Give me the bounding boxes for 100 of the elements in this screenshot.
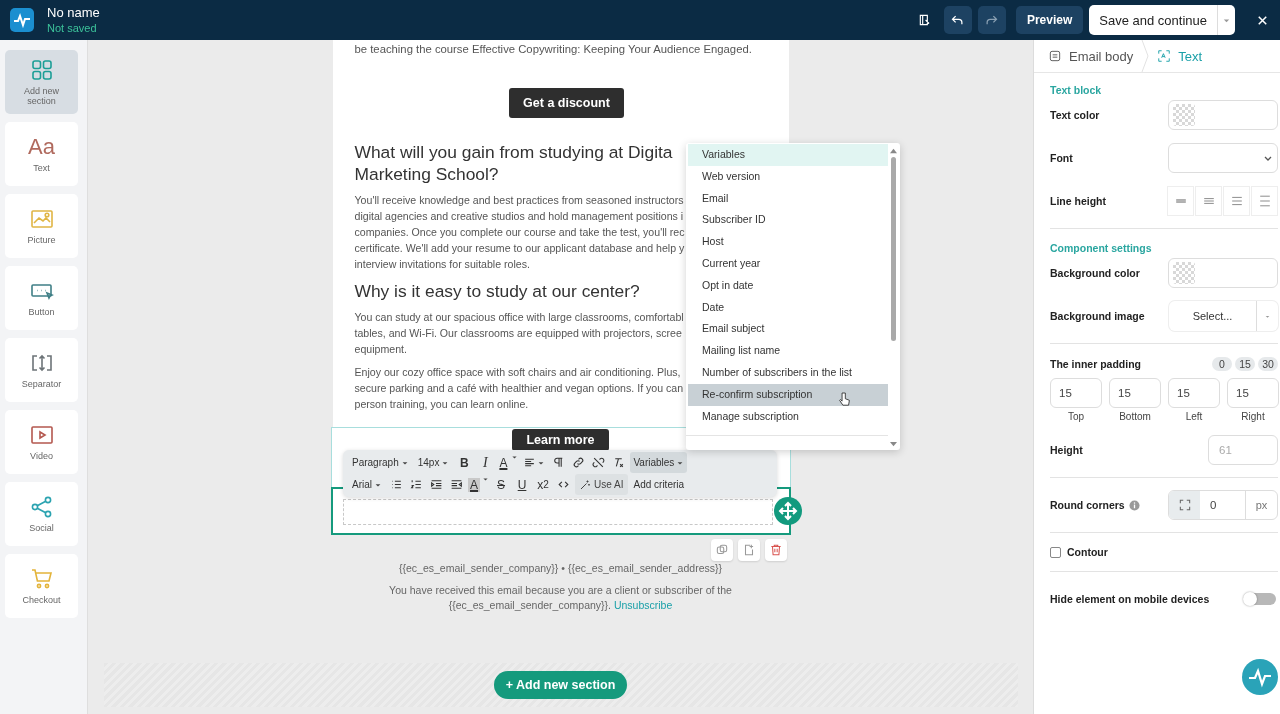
add-criteria-button[interactable]: Add criteria [630,479,688,490]
text-color-button[interactable]: A [497,452,519,473]
sidebar-item[interactable]: Separator [5,338,78,402]
menu-item[interactable]: Mailing list name [688,340,888,362]
discount-button[interactable]: Get a discount [509,88,624,118]
menu-item[interactable]: Re-confirm subscription [688,383,888,406]
text-frame-icon [1157,49,1172,63]
footer-address: {{ec_es_email_sender_company}} • {{ec_es_email_sender_address}} [399,562,722,574]
toolbar-dropdown[interactable]: Paragraph [349,452,412,473]
text-input-area[interactable] [342,499,773,525]
bold-button[interactable]: B [455,452,474,473]
padding-preset-button[interactable]: 15 [1235,357,1255,371]
sidebar-item[interactable]: Social [5,482,78,546]
paragraph-line: You can study at our spacious office with large classrooms, comfortabl [354,310,684,325]
padding-field[interactable]: 15 [1168,378,1220,408]
code-icon [557,478,571,491]
menu-item[interactable]: Manage subscription [688,405,888,428]
redo-button[interactable] [977,6,1006,34]
caret-icon [482,476,490,484]
paragraph-line: interview invitations for suitable roles. [354,257,530,272]
learn-more-button[interactable]: Learn more [512,429,609,451]
footer-notice: You have received this email because you are a client or subscriber of the {{ec_es_email_sender_company}}. Unsubscribe [388,583,733,613]
toolbar-dropdown[interactable]: Variables [630,452,688,473]
menu-item[interactable]: Variables [688,144,888,166]
magic-wand-icon [579,478,592,491]
corner-radius-field[interactable]: 0 px [1168,490,1278,520]
paragraph-line: Enjoy our cozy office space with soft chairs and air conditioning. Plus, [354,365,681,380]
scroll-down-icon[interactable] [888,441,898,448]
undo-button[interactable] [943,6,972,34]
line-height-button[interactable] [1195,186,1222,216]
toolbar-dropdown[interactable]: Arial [349,474,385,495]
sidebar-item[interactable]: Button [5,266,78,330]
padding-field[interactable]: 15 [1050,378,1102,408]
line-height-button[interactable] [1251,186,1278,216]
color-field[interactable] [1168,258,1278,288]
document-icon [1048,49,1062,63]
corners-icon[interactable] [1177,498,1192,512]
sidebar-item[interactable]: Picture [5,194,78,258]
panel-tab[interactable]: Email body [1048,48,1134,64]
logo-icon [10,8,34,32]
outdent-icon [450,478,463,491]
line-height-button[interactable] [1223,186,1250,216]
toolbar-dropdown[interactable]: 14px [414,452,453,473]
bullets-icon [390,478,403,491]
color-field[interactable] [1168,100,1278,130]
move-handle-icon[interactable] [774,497,802,525]
sidebar-item[interactable]: Add new section [5,50,78,114]
highlight-button[interactable]: A [468,474,490,495]
use-ai-button[interactable]: Use AI [575,474,628,495]
heading-line: Why is it easy to study at our center? [354,280,640,302]
height-field[interactable]: 61 [1208,435,1278,465]
strike-button[interactable]: S [492,474,511,495]
setting-label: Background color [1050,267,1140,279]
heading-line: Marketing School? [354,163,499,185]
add-block-button[interactable] [737,539,760,561]
paragraph-line: certificate. We'll add your resume to our applicant database and help y [354,241,685,256]
paragraph-line: You'll receive knowledge and best practices from seasoned instructors [354,193,684,208]
delete-button[interactable] [764,539,787,561]
menu-item[interactable]: Number of subscribers in the list [688,361,888,384]
setting-label: The inner padding [1050,358,1141,370]
caret-icon [511,454,519,462]
indent-icon [430,478,443,491]
sidebar-item[interactable]: Aa Text [5,122,78,186]
menu-item[interactable]: Email subject [688,318,888,341]
menu-item[interactable]: Date [688,296,888,319]
video-icon [28,423,55,447]
menu-item[interactable]: Current year [688,253,888,275]
italic-button[interactable]: I [476,452,495,473]
menu-item[interactable]: Opt in date [688,274,888,297]
menu-item[interactable]: Subscriber ID [688,209,888,232]
document-title: No name [47,5,100,21]
duplicate-button[interactable] [710,539,733,561]
menu-item[interactable]: Host [688,231,888,253]
underline-button[interactable]: U [513,474,532,495]
preview-button[interactable]: Preview [1015,6,1084,34]
setting-label: Round corners [1050,499,1125,511]
checkbox[interactable] [1050,546,1061,558]
info-icon[interactable] [1128,499,1140,511]
padding-field[interactable]: 15 [1227,378,1279,408]
email-text-line: be teaching the course Effective Copywriting: Keeping Your Audience Engaged. [354,42,753,57]
assistant-logo-icon[interactable] [1242,659,1278,695]
padding-field[interactable]: 15 [1109,378,1161,408]
padding-preset-button[interactable]: 30 [1258,357,1278,371]
setting-label: Height [1050,444,1083,456]
hand-pointer-icon [838,391,851,408]
line-height-button[interactable] [1167,186,1194,216]
sidebar-item[interactable]: Video [5,410,78,474]
menu-item[interactable]: Email [688,187,888,210]
unlink-icon [592,456,606,469]
menu-item[interactable]: Web version [688,165,888,188]
padding-preset-button[interactable]: 0 [1212,357,1232,371]
sidebar-item[interactable]: Checkout [5,554,78,618]
add-section-button[interactable]: + Add new section [493,671,628,699]
section-heading: Component settings [1050,241,1153,255]
scroll-up-icon[interactable] [888,147,898,154]
paragraph-line: secure parking and a café with healthier and vegan options. If you can [354,381,684,396]
image-select-button[interactable]: Select... [1169,301,1256,331]
preview-book-icon[interactable] [917,13,932,27]
numbered-icon [410,478,423,491]
toggle-switch[interactable] [1244,593,1276,605]
